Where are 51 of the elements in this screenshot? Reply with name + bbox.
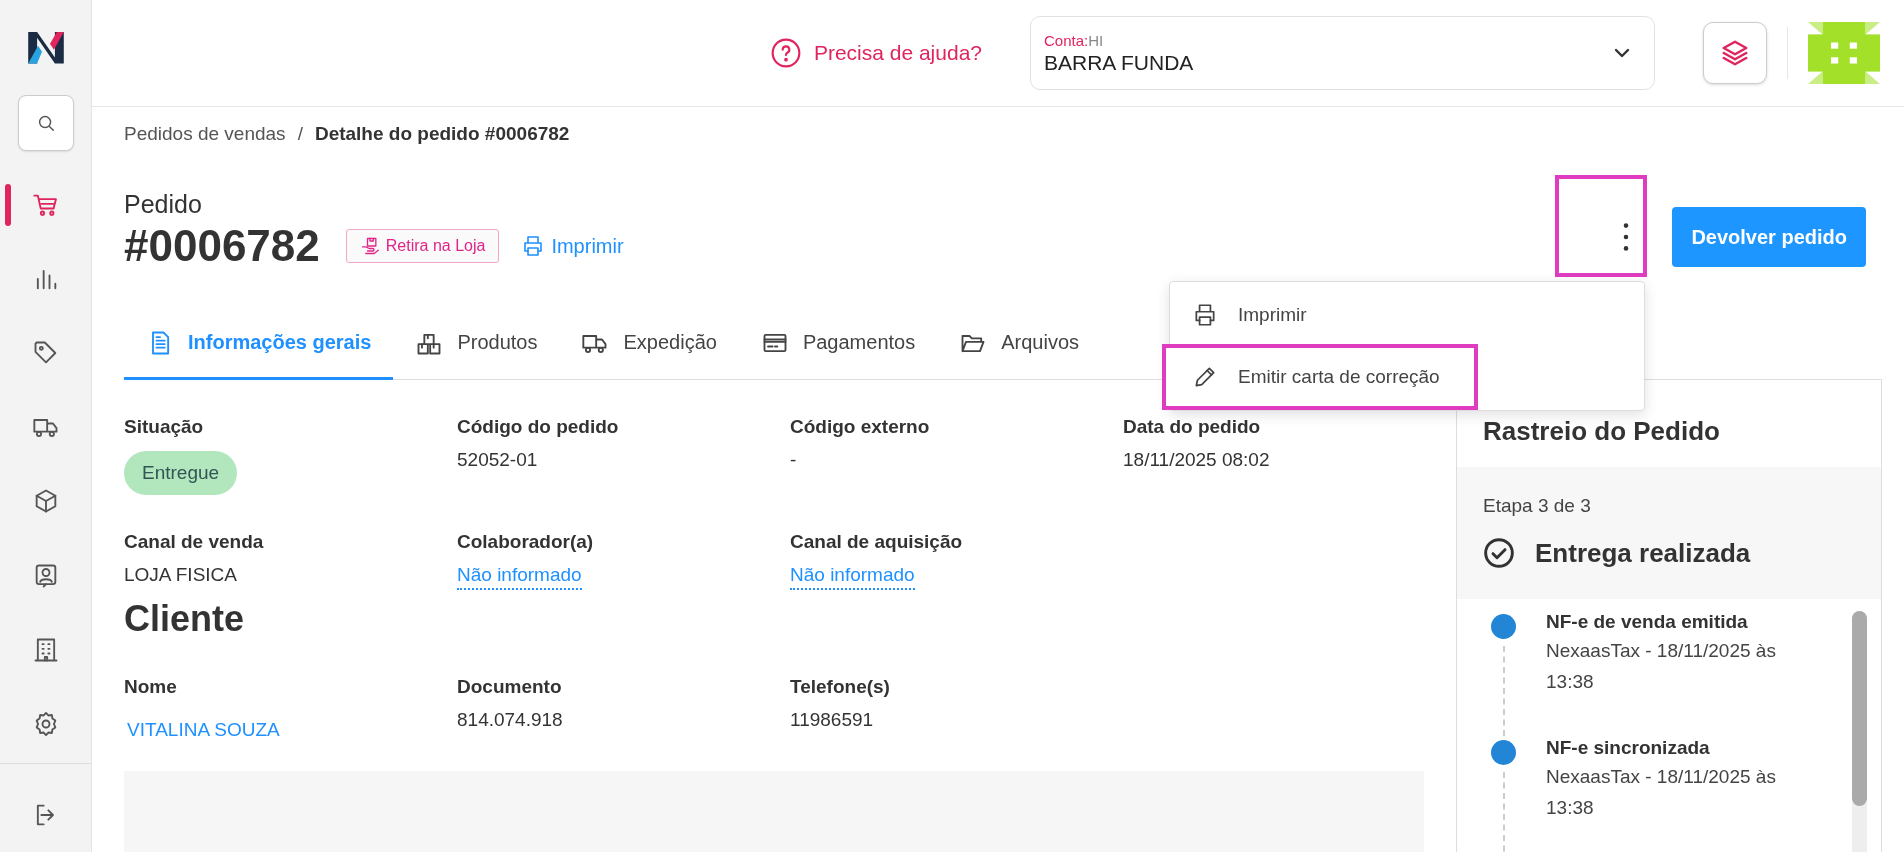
account-label: Conta:HI <box>1044 31 1105 49</box>
field-value: 18/11/2025 08:02 <box>1123 449 1270 471</box>
help-link[interactable]: Precisa de ajuda? <box>769 37 982 69</box>
field-label: Nome <box>124 676 177 698</box>
field-label: Colaborador(a) <box>457 531 594 553</box>
field-label: Telefone(s) <box>790 676 890 698</box>
status-title: Entrega realizada <box>1535 537 1751 569</box>
order-number: #0006782 <box>124 221 320 271</box>
field-value: - <box>790 449 797 471</box>
field-label: Situação <box>124 416 204 438</box>
pickup-tag: Retira na Loja <box>345 229 500 263</box>
field-label: Canal de venda <box>124 531 264 553</box>
layers-icon <box>1720 38 1750 68</box>
layers-button[interactable] <box>1703 22 1767 84</box>
field-value: 11986591 <box>790 709 874 731</box>
page-title: Pedido <box>124 190 203 219</box>
account-value: BARRA FUNDA <box>1044 50 1195 75</box>
field-value: 52052-01 <box>457 449 538 471</box>
field-value: 814.074.918 <box>457 709 563 731</box>
breadcrumb-separator: / <box>297 123 303 145</box>
tab[interactable]: Produtos <box>393 308 560 380</box>
field-value: LOJA FISICA <box>124 564 237 586</box>
breadcrumb-current: Detalhe do pedido #0006782 <box>314 123 570 145</box>
field-label: Código externo <box>790 416 930 438</box>
step-text: Etapa 3 de 3 <box>1483 495 1592 517</box>
printer-icon <box>1192 302 1218 328</box>
field-label: Código do pedido <box>457 416 619 438</box>
event-title: NF-e de venda emitida <box>1546 611 1749 633</box>
sidebar-item[interactable] <box>17 95 74 151</box>
timeline-dot <box>1491 614 1516 639</box>
check-circle-icon <box>1483 537 1515 569</box>
field-label: Data do pedido <box>1123 416 1261 438</box>
help-icon <box>769 37 802 69</box>
panel-title: Rastreio do Pedido <box>1482 415 1721 448</box>
tab[interactable]: Arquivos <box>937 308 1101 380</box>
account-select[interactable]: Conta:HI BARRA FUNDA <box>1030 16 1655 90</box>
tab[interactable]: Expedição <box>559 308 739 380</box>
event-title: NF-e sincronizada <box>1546 737 1711 759</box>
timeline-dot <box>1491 740 1516 765</box>
field-label: Documento <box>457 676 562 698</box>
event-detail: NexaasTax - 18/11/2025 às 13:38 <box>1546 639 1777 694</box>
menu-item[interactable]: Imprimir <box>1170 284 1644 346</box>
section-title: Cliente <box>124 598 246 640</box>
menu-item[interactable]: Emitir carta de correção <box>1164 346 1476 408</box>
hand-box-icon <box>359 236 380 256</box>
tab[interactable]: Pagamentos <box>738 308 938 380</box>
kebab-icon <box>1623 223 1630 251</box>
field-label: Canal de aquisição <box>790 531 963 553</box>
status-badge: Entregue <box>124 451 238 495</box>
breadcrumb-link[interactable]: Pedidos de vendas <box>124 123 286 145</box>
event-detail: NexaasTax - 18/11/2025 às 13:38 <box>1546 765 1777 820</box>
